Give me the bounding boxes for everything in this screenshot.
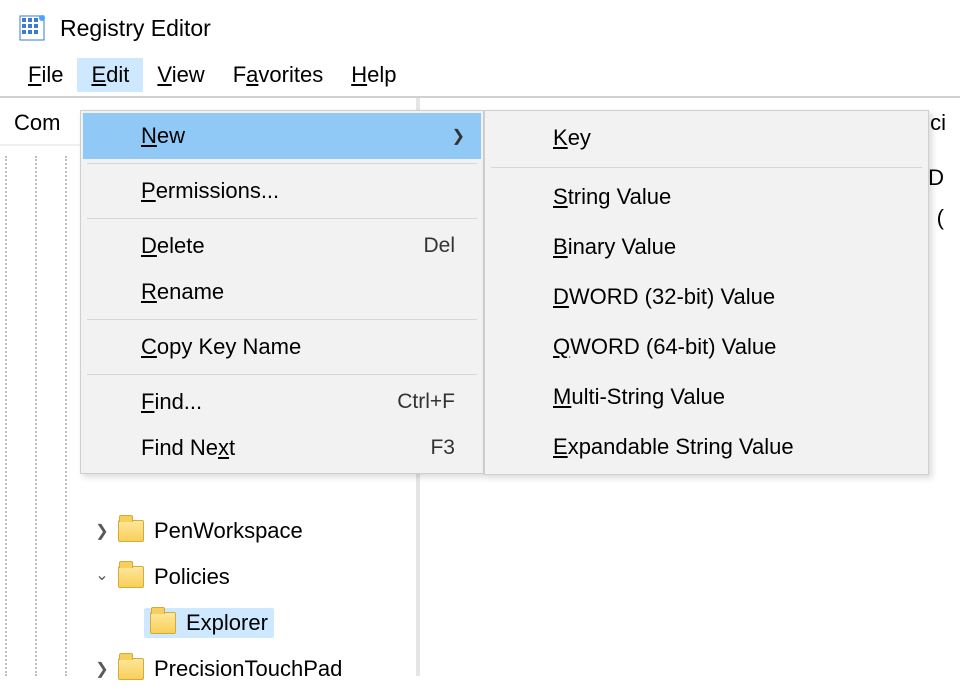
app-title: Registry Editor xyxy=(60,15,211,42)
tree-item-explorer[interactable]: Explorer xyxy=(40,600,416,646)
menu-file[interactable]: File xyxy=(14,58,77,92)
edit-dropdown: New ❯ Permissions... Delete Del Rename C… xyxy=(80,110,484,474)
new-binary-value[interactable]: Binary Value xyxy=(487,222,926,272)
folder-icon xyxy=(150,612,176,634)
title-bar: Registry Editor xyxy=(0,0,960,54)
new-string-value[interactable]: String Value xyxy=(487,172,926,222)
new-qword-value[interactable]: QWORD (64-bit) Value xyxy=(487,322,926,372)
menu-separator xyxy=(87,319,477,320)
expand-icon[interactable]: ❯ xyxy=(94,659,110,679)
shortcut-label: Del xyxy=(423,234,455,258)
new-key[interactable]: Key xyxy=(487,113,926,163)
folder-icon xyxy=(118,520,144,542)
tree-guide xyxy=(35,156,37,676)
new-dword-value[interactable]: DWORD (32-bit) Value xyxy=(487,272,926,322)
shortcut-label: F3 xyxy=(430,436,455,460)
folder-icon xyxy=(118,658,144,680)
edit-find-next[interactable]: Find Next F3 xyxy=(83,425,481,471)
new-multi-string-value[interactable]: Multi-String Value xyxy=(487,372,926,422)
edit-new[interactable]: New ❯ xyxy=(83,113,481,159)
edit-delete[interactable]: Delete Del xyxy=(83,223,481,269)
menu-separator xyxy=(87,374,477,375)
menu-bar: File Edit View Favorites Help xyxy=(0,54,960,96)
collapse-icon[interactable]: ⌄ xyxy=(94,565,110,585)
folder-icon xyxy=(118,566,144,588)
menu-view[interactable]: View xyxy=(143,58,218,92)
menu-separator xyxy=(87,163,477,164)
new-submenu: Key String Value Binary Value DWORD (32-… xyxy=(484,110,929,475)
shortcut-label: Ctrl+F xyxy=(397,390,455,414)
tree-item-penworkspace[interactable]: ❯ PenWorkspace xyxy=(40,508,416,554)
submenu-arrow-icon: ❯ xyxy=(452,126,465,146)
expand-icon[interactable]: ❯ xyxy=(94,521,110,541)
menu-help[interactable]: Help xyxy=(337,58,410,92)
tree-item-precisiontouchpad[interactable]: ❯ PrecisionTouchPad xyxy=(40,646,416,692)
menu-separator xyxy=(491,167,922,168)
edit-find[interactable]: Find... Ctrl+F xyxy=(83,379,481,425)
menu-favorites[interactable]: Favorites xyxy=(219,58,338,92)
tree-item-policies[interactable]: ⌄ Policies xyxy=(40,554,416,600)
new-expandable-string-value[interactable]: Expandable String Value xyxy=(487,422,926,472)
menu-separator xyxy=(87,218,477,219)
tree-guide xyxy=(5,156,7,676)
edit-copy-key-name[interactable]: Copy Key Name xyxy=(83,324,481,370)
edit-permissions[interactable]: Permissions... xyxy=(83,168,481,214)
regedit-icon xyxy=(18,14,46,42)
edit-rename[interactable]: Rename xyxy=(83,269,481,315)
menu-edit[interactable]: Edit xyxy=(77,58,143,92)
